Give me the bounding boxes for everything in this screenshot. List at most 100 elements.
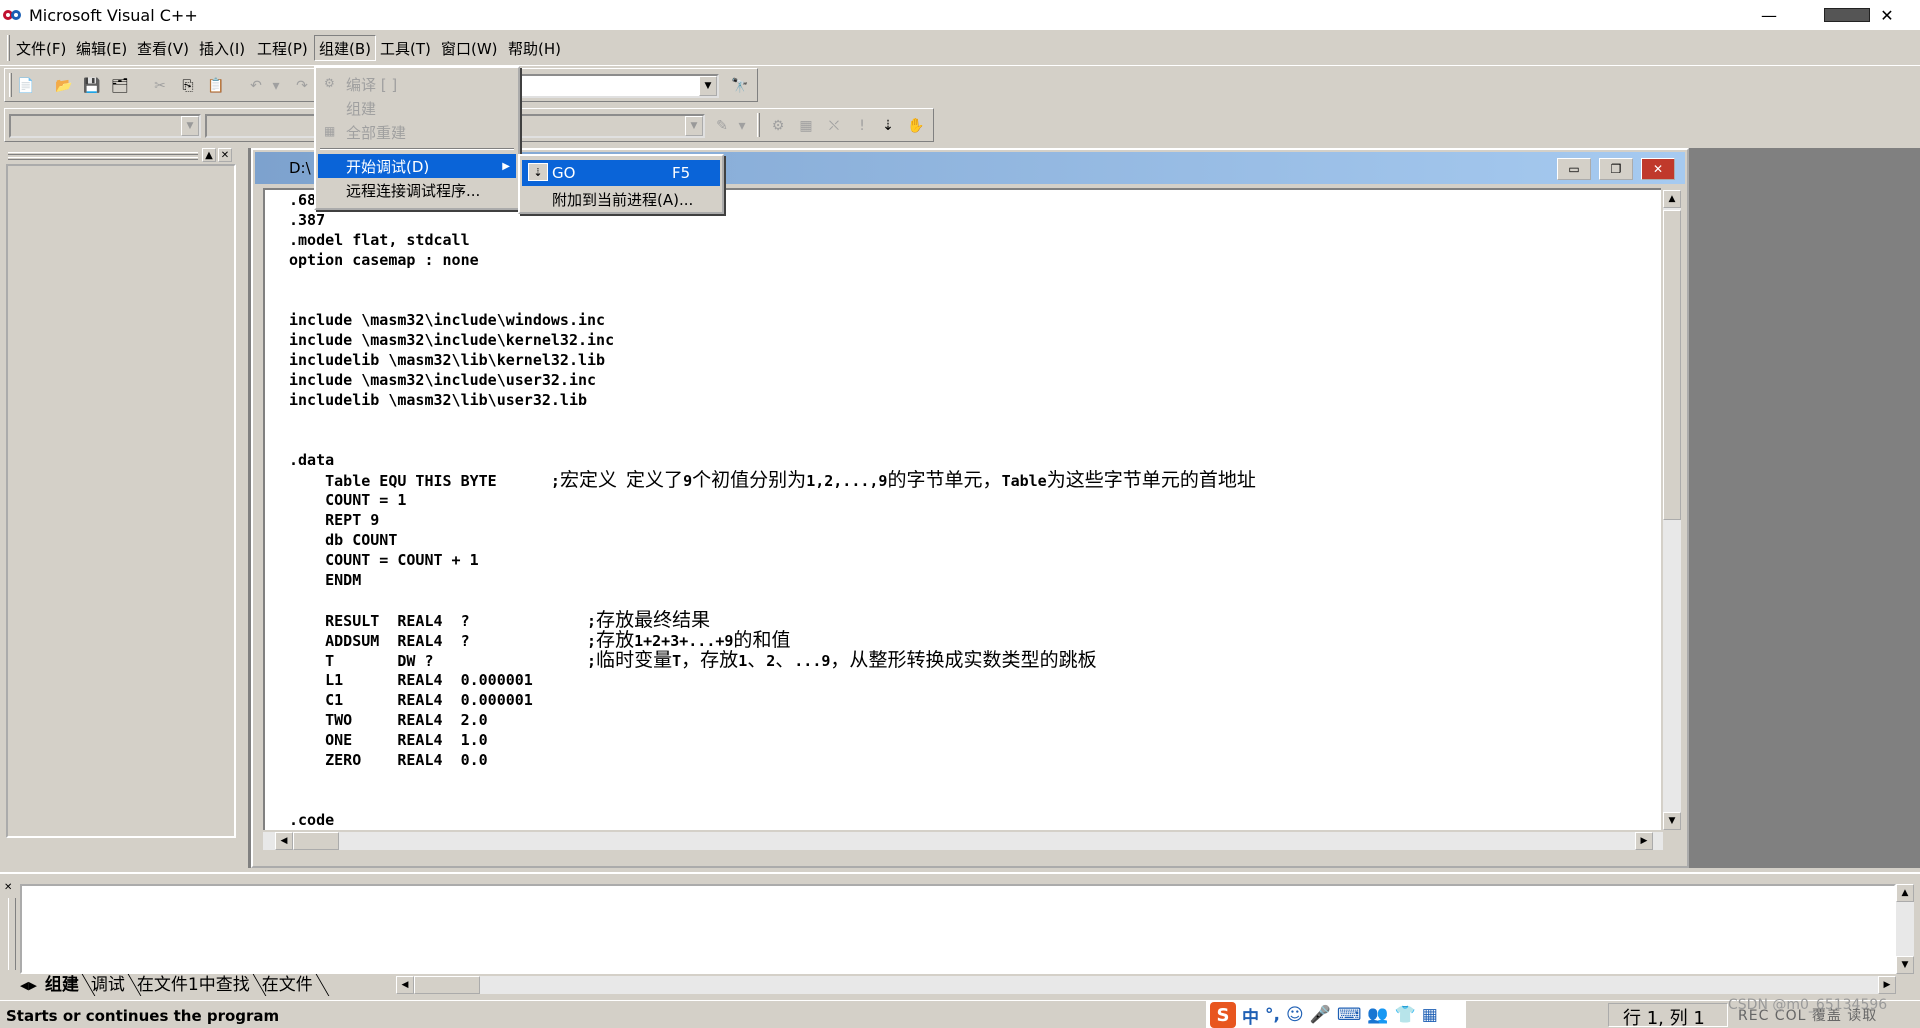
- editor-vertical-scrollbar[interactable]: ▲ ▼: [1663, 190, 1681, 830]
- code-line[interactable]: [289, 430, 1256, 450]
- scroll-right-icon[interactable]: ▶: [1635, 832, 1653, 850]
- tab-find-in-files-1[interactable]: 在文件1中查找: [131, 974, 256, 996]
- tab-build[interactable]: 组建: [39, 974, 85, 996]
- save-all-icon[interactable]: 🗂: [109, 75, 131, 97]
- code-line[interactable]: [289, 770, 1256, 790]
- code-line[interactable]: include \masm32\include\windows.inc: [289, 310, 1256, 330]
- code-line[interactable]: TWO REAL4 2.0: [289, 710, 1256, 730]
- undo-dropdown-icon[interactable]: ▾: [265, 75, 287, 97]
- workspace-close-icon[interactable]: ✕: [218, 148, 232, 162]
- breakpoint-hand-icon[interactable]: ✋: [905, 115, 927, 137]
- find-in-files-icon[interactable]: 🔭: [729, 75, 751, 97]
- scroll-up-icon[interactable]: ▲: [1663, 190, 1681, 208]
- code-line[interactable]: .data: [289, 450, 1256, 470]
- undo-icon[interactable]: ↶: [245, 75, 267, 97]
- build-icon[interactable]: ▦: [795, 115, 817, 137]
- chevron-down-icon[interactable]: ▼: [699, 76, 717, 96]
- code-line[interactable]: includelib \masm32\lib\user32.lib: [289, 390, 1256, 410]
- menu-help[interactable]: 帮助(H): [504, 36, 565, 60]
- code-line[interactable]: .code: [289, 810, 1256, 830]
- code-line[interactable]: COUNT = COUNT + 1: [289, 550, 1256, 570]
- emoji-icon[interactable]: ☺: [1286, 1005, 1304, 1025]
- code-line[interactable]: ONE REAL4 1.0: [289, 730, 1256, 750]
- menu-window[interactable]: 窗口(W): [437, 36, 502, 60]
- class-combo[interactable]: ▼: [9, 114, 201, 138]
- code-editor[interactable]: .68.387 .model flat, stdcall option casema…: [263, 188, 1661, 830]
- scroll-thumb[interactable]: [1663, 210, 1681, 520]
- microphone-icon[interactable]: 🎤: [1310, 1005, 1331, 1025]
- execute-icon[interactable]: !: [851, 115, 873, 137]
- chevron-down-icon[interactable]: ▼: [181, 116, 199, 136]
- code-line[interactable]: include \masm32\include\kernel32.inc: [289, 330, 1256, 350]
- code-line[interactable]: ENDM: [289, 570, 1256, 590]
- scroll-down-icon[interactable]: ▼: [1663, 812, 1681, 830]
- scroll-left-icon[interactable]: ◀: [275, 832, 293, 850]
- code-line[interactable]: C1 REAL4 0.000001: [289, 690, 1256, 710]
- save-icon[interactable]: 💾: [81, 75, 103, 97]
- code-line[interactable]: [289, 790, 1256, 810]
- scroll-up-icon[interactable]: ▲: [1896, 884, 1914, 902]
- output-close-icon[interactable]: ✕: [4, 882, 16, 894]
- code-line[interactable]: T DW ? ;临时变量T，存放1、2、...9，从整形转换成实数类型的跳板: [289, 650, 1256, 670]
- code-line[interactable]: L1 REAL4 0.000001: [289, 670, 1256, 690]
- ime-language-toggle[interactable]: 中: [1242, 1003, 1259, 1028]
- wizard-dropdown-icon[interactable]: ▾: [731, 115, 753, 137]
- code-line[interactable]: .387: [289, 210, 1256, 230]
- skin-icon[interactable]: 👕: [1395, 1005, 1416, 1025]
- menu-item-start-debug[interactable]: 开始调试(D) ▶: [318, 154, 516, 178]
- menu-item-attach-process[interactable]: 附加到当前进程(A)...: [522, 186, 720, 212]
- code-line[interactable]: Table EQU THIS BYTE ;宏定义 定义了9个初值分别为1,2,.…: [289, 470, 1256, 490]
- menu-item-rebuild-all[interactable]: ▦ 全部重建: [318, 120, 516, 144]
- menu-item-compile[interactable]: ⚙ 编译 [ ]: [318, 72, 516, 96]
- workspace-maximize-icon[interactable]: ▲: [202, 148, 216, 162]
- menu-item-go[interactable]: ⇣ GO F5: [522, 160, 720, 186]
- code-line[interactable]: .model flat, stdcall: [289, 230, 1256, 250]
- output-text-area[interactable]: [20, 884, 1896, 974]
- code-text[interactable]: .68.387 .model flat, stdcall option casema…: [289, 190, 1256, 830]
- close-button[interactable]: ✕: [1864, 0, 1910, 30]
- code-line[interactable]: [289, 590, 1256, 610]
- menu-item-remote-debug[interactable]: 远程连接调试程序...: [318, 178, 516, 202]
- code-line[interactable]: [289, 290, 1256, 310]
- scroll-right-icon[interactable]: ▶: [1878, 976, 1896, 994]
- code-line[interactable]: option casemap : none: [289, 250, 1256, 270]
- code-line[interactable]: ADDSUM REAL4 ? ;存放1+2+3+...+9的和值: [289, 630, 1256, 650]
- stop-build-icon[interactable]: ⛌: [823, 115, 845, 137]
- menu-file[interactable]: 文件(F): [12, 36, 70, 60]
- code-line[interactable]: [289, 410, 1256, 430]
- minimize-button[interactable]: —: [1746, 0, 1792, 30]
- find-combo[interactable]: ▼: [519, 74, 719, 98]
- tab-find-in-files-2[interactable]: 在文件: [256, 974, 319, 996]
- chevron-down-icon[interactable]: ▼: [685, 116, 703, 136]
- editor-close-button[interactable]: ✕: [1641, 158, 1675, 180]
- redo-icon[interactable]: ↷: [291, 75, 313, 97]
- code-line[interactable]: RESULT REAL4 ? ;存放最终结果: [289, 610, 1256, 630]
- menu-insert[interactable]: 插入(I): [195, 36, 249, 60]
- menu-project[interactable]: 工程(P): [253, 36, 312, 60]
- output-horizontal-scrollbar[interactable]: ◀ ▶: [396, 976, 1896, 994]
- toolbox-icon[interactable]: ▦: [1422, 1005, 1438, 1025]
- punctuation-icon[interactable]: °,: [1265, 1005, 1280, 1025]
- tab-scroll-left-icon[interactable]: ◀▶: [20, 979, 37, 992]
- wizard-actions-icon[interactable]: ✎: [711, 115, 733, 137]
- code-line[interactable]: ZERO REAL4 0.0: [289, 750, 1256, 770]
- cut-icon[interactable]: ✂: [149, 75, 171, 97]
- menu-view[interactable]: 查看(V): [133, 36, 193, 60]
- code-line[interactable]: [289, 270, 1256, 290]
- new-file-icon[interactable]: 📄: [15, 75, 37, 97]
- editor-minimize-button[interactable]: ▭: [1557, 158, 1591, 180]
- ime-toolbar[interactable]: S 中 °, ☺ 🎤 ⌨ 👥 👕 ▦: [1206, 1001, 1466, 1028]
- scroll-thumb[interactable]: [293, 832, 339, 850]
- editor-horizontal-scrollbar[interactable]: ◀ ▶: [263, 832, 1663, 850]
- sogou-ime-logo-icon[interactable]: S: [1210, 1002, 1236, 1028]
- paste-icon[interactable]: 📋: [205, 75, 227, 97]
- workspace-body[interactable]: [6, 164, 236, 838]
- open-folder-icon[interactable]: 📂: [53, 75, 75, 97]
- users-icon[interactable]: 👥: [1367, 1005, 1388, 1025]
- go-icon[interactable]: ⇣: [877, 115, 899, 137]
- keyboard-icon[interactable]: ⌨: [1337, 1005, 1362, 1025]
- menu-edit[interactable]: 编辑(E): [72, 36, 131, 60]
- code-line[interactable]: COUNT = 1: [289, 490, 1256, 510]
- menu-build[interactable]: 组建(B): [314, 35, 376, 61]
- code-line[interactable]: REPT 9: [289, 510, 1256, 530]
